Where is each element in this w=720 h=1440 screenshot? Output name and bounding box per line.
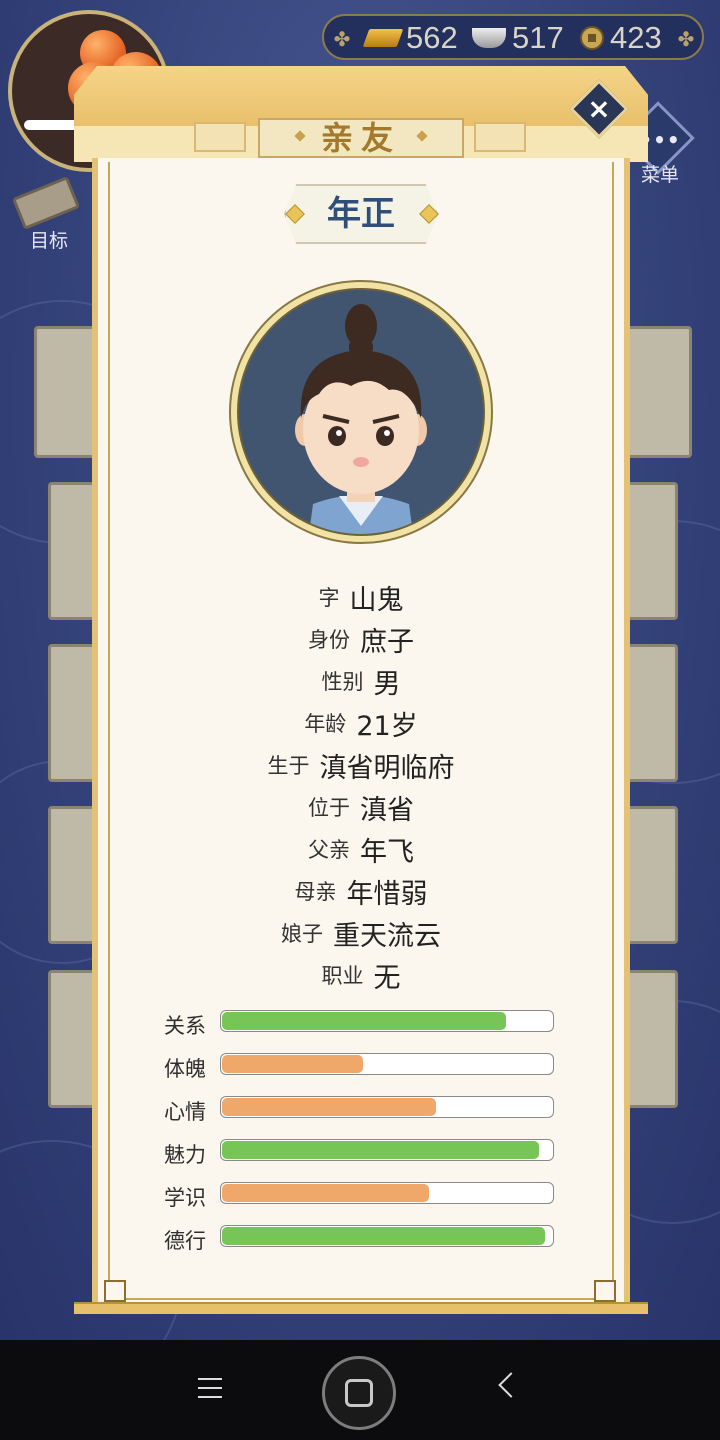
home-icon [345,1379,373,1407]
stat-bar-fill [222,1055,363,1073]
info-row: 性别男 [74,660,648,702]
back-icon[interactable] [498,1372,524,1398]
stat-bar-fill [222,1098,436,1116]
stat-bar [220,1096,554,1118]
info-label: 生于 [267,754,310,778]
info-value: 21岁 [356,710,418,742]
stat-row: 学识 [164,1178,564,1221]
info-label: 父亲 [308,838,350,862]
info-value: 男 [373,668,401,700]
stat-bar [220,1182,554,1204]
gold-amount: 562 [406,20,458,55]
info-row: 字山鬼 [74,576,648,618]
info-row: 身份 庶子 [74,618,648,660]
info-row: 生于 滇省明临府 [74,744,648,786]
info-label: 位于 [308,796,350,820]
info-label: 字 [318,586,340,610]
info-value: 年飞 [360,836,414,868]
close-icon[interactable]: × [578,88,620,130]
silver-amount: 517 [512,20,564,55]
stat-bar-fill [222,1184,430,1202]
info-label: 母亲 [294,880,337,904]
bamboo-left-icon: ✤ [333,27,351,51]
info-value: 年惜弱 [346,878,428,910]
young-man-avatar-icon [295,304,427,534]
stat-row: 德行 [164,1221,564,1264]
title-ornament-left [194,122,246,152]
info-label: 性别 [321,670,364,694]
info-value: 滇省 [360,794,414,826]
info-row: 位于 滇省 [74,786,648,828]
resource-bar: ✤ 562 517 423 ✤ [322,14,704,60]
scroll-icon [11,175,81,231]
name-plate: 年正 [284,184,439,244]
home-button[interactable] [322,1356,396,1430]
corner-ornament-left [104,1280,126,1302]
info-row: 年龄 21岁 [74,702,648,744]
info-value: 庶子 [360,626,414,658]
info-label: 身份 [308,628,350,652]
stat-label: 魅力 [164,1143,206,1167]
stat-bar [220,1053,554,1075]
stat-bar [220,1010,554,1032]
stat-row: 心情 [164,1092,564,1135]
stat-bar-fill [222,1012,506,1030]
corner-ornament-right [594,1280,616,1302]
info-row: 娘子 重天流云 [74,912,648,954]
stat-bar-fill [222,1227,546,1245]
info-row: 母亲 年惜弱 [74,870,648,912]
character-portrait [229,280,493,544]
relative-info-dialog: 亲友 × 年正 字 山鬼 身份 庶子 性别 男 年龄 21岁 生于 滇省明临府 … [74,66,648,1318]
silver-ingot-icon [472,28,506,48]
stat-row: 关系 [164,1006,564,1049]
stat-row: 魅力 [164,1135,564,1178]
info-row: 父亲 年飞 [74,828,648,870]
portrait-image [237,288,485,536]
character-info-list: 字山鬼 身份 庶子 性别男年龄 21岁 生于 滇省明临府 位于 滇省 父亲 年飞 母亲 年惜弱 娘子 重天流… [74,576,648,996]
gold-resource: 562 [362,18,458,58]
bamboo-right-icon: ✤ [677,27,695,51]
info-value: 重天流云 [333,920,441,952]
character-stats: 关系体魄心情魅力学识德行 [164,1006,564,1264]
info-label: 年龄 [304,712,347,736]
coin-resource: 423 [580,18,662,58]
dialog-title: 亲友 [320,119,401,157]
recent-apps-icon[interactable] [198,1378,222,1405]
stat-row: 体魄 [164,1049,564,1092]
stat-label: 关系 [164,1014,206,1038]
info-value: 无 [373,962,401,994]
stat-label: 心情 [164,1100,206,1124]
info-value: 滇省明临府 [319,752,455,784]
gold-ingot-icon [362,29,404,47]
stat-bar [220,1139,554,1161]
silver-resource: 517 [472,18,564,58]
title-ornament-right [474,122,526,152]
stat-label: 德行 [164,1229,206,1253]
info-label: 娘子 [281,922,323,946]
stat-label: 体魄 [164,1057,206,1081]
coin-amount: 423 [610,20,662,55]
system-navigation-bar [0,1340,720,1440]
info-row: 职业无 [74,954,648,996]
stat-label: 学识 [164,1186,206,1210]
stat-bar [220,1225,554,1247]
scroll-bottom-roll [74,1302,648,1314]
stat-bar-fill [222,1141,539,1159]
character-name: 年正 [327,194,395,234]
copper-coin-icon [580,26,604,50]
info-label: 职业 [321,964,364,988]
info-value: 山鬼 [349,584,404,616]
